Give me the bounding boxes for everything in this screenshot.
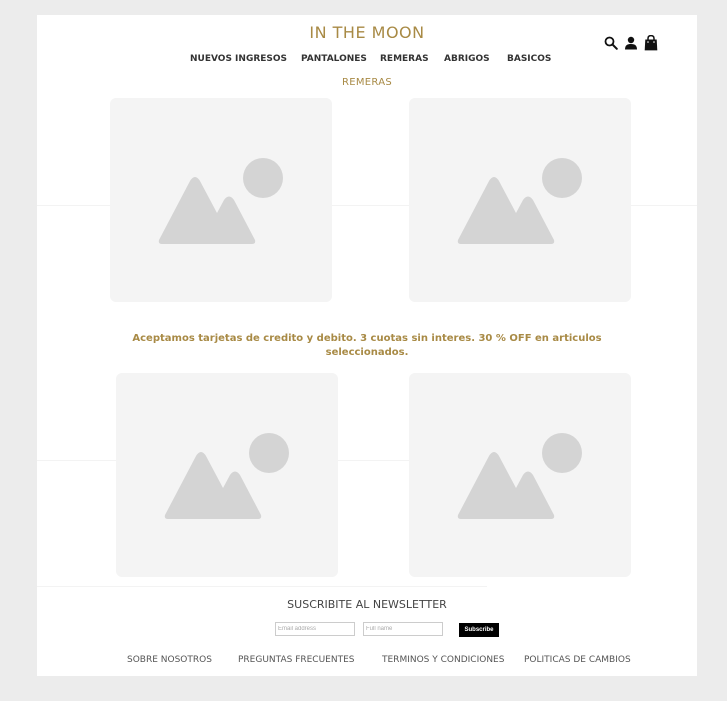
product-image-placeholder[interactable] xyxy=(409,98,631,302)
shopping-bag-icon[interactable] xyxy=(642,34,659,51)
nav-item-nuevos-ingresos[interactable]: NUEVOS INGRESOS xyxy=(190,54,287,64)
nav-item-basicos[interactable]: BASICOS xyxy=(507,54,551,64)
subnav-active-category[interactable]: REMERAS xyxy=(37,77,697,88)
footer-link-sobre-nosotros[interactable]: SOBRE NOSOTROS xyxy=(127,655,212,665)
page-container: IN THE MOON NUEVOS INGRESOS PANTALONES R… xyxy=(37,15,697,676)
nav-item-abrigos[interactable]: ABRIGOS xyxy=(444,54,490,64)
nav-item-pantalones[interactable]: PANTALONES xyxy=(301,54,367,64)
footer-link-politicas-de-cambios[interactable]: POLITICAS DE CAMBIOS xyxy=(524,655,631,665)
footer-link-preguntas-frecuentes[interactable]: PREGUNTAS FRECUENTES xyxy=(238,655,355,665)
footer-link-terminos-y-condiciones[interactable]: TERMINOS Y CONDICIONES xyxy=(382,655,504,665)
product-image-placeholder[interactable] xyxy=(116,373,338,577)
product-image-placeholder[interactable] xyxy=(110,98,332,302)
user-icon[interactable] xyxy=(622,34,639,51)
image-placeholder-icon xyxy=(158,158,283,244)
newsletter-email-input[interactable] xyxy=(275,622,355,636)
search-icon[interactable] xyxy=(602,34,619,51)
image-placeholder-icon xyxy=(457,158,582,244)
promo-banner: Aceptamos tarjetas de credito y debito. … xyxy=(132,333,602,358)
header-icons xyxy=(602,34,659,51)
divider xyxy=(37,586,487,587)
newsletter-title: SUSCRIBITE AL NEWSLETTER xyxy=(287,598,447,611)
product-image-placeholder[interactable] xyxy=(409,373,631,577)
image-placeholder-icon xyxy=(457,433,582,519)
nav-item-remeras[interactable]: REMERAS xyxy=(380,54,429,64)
brand-logo[interactable]: IN THE MOON xyxy=(37,23,697,42)
image-placeholder-icon xyxy=(164,433,289,519)
newsletter-name-input[interactable] xyxy=(363,622,443,636)
subscribe-button[interactable]: Subscribe xyxy=(459,623,499,637)
